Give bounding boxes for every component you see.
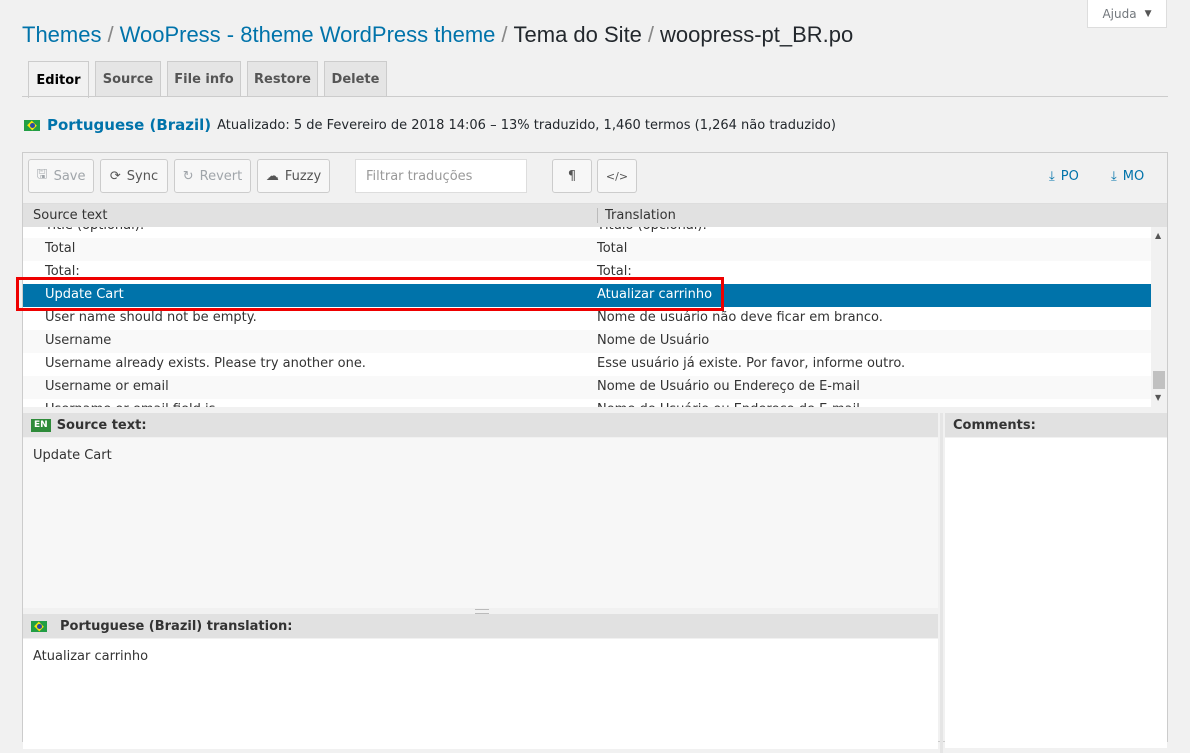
english-flag-icon: EN [31, 418, 51, 432]
download-mo-button[interactable]: ⤓ MO [1111, 169, 1144, 184]
status-details: Atualizado: 5 de Fevereiro de 2018 14:06… [217, 117, 836, 133]
editor-panel: 🖫 Save ⟳ Sync ↻ Revert ☁ Fuzzy Filtrar t… [22, 152, 1168, 753]
tab-restore[interactable]: Restore [247, 61, 318, 96]
language-name[interactable]: Portuguese (Brazil) [47, 116, 211, 134]
breadcrumb-domain: Tema do Site [513, 22, 642, 47]
caret-down-icon: ▼ [1144, 8, 1152, 19]
row-source-text: Total [45, 241, 76, 256]
breadcrumb-theme-link[interactable]: WooPress - 8theme WordPress theme [120, 22, 496, 47]
download-icon: ⤓ [1111, 169, 1117, 184]
revert-icon: ↻ [182, 168, 194, 184]
tab-delete[interactable]: Delete [324, 61, 387, 96]
pane-splitter[interactable] [940, 413, 943, 753]
list-row[interactable]: Total Total [23, 238, 1151, 261]
column-divider [597, 208, 598, 223]
row-source-text: Username [45, 333, 112, 348]
source-pane-title: Source text: [56, 417, 147, 433]
list-row[interactable]: Username or email field is... Nome de Usu… [23, 399, 1151, 407]
status-line: Portuguese (Brazil) Atualizado: 5 de Fev… [24, 116, 836, 134]
filter-input[interactable]: Filtrar traduções [355, 159, 527, 193]
list-row[interactable]: Username Nome de Usuário [23, 330, 1151, 353]
brazil-flag-icon [31, 620, 47, 632]
row-source-text: Username already exists. Please try anot… [45, 356, 366, 371]
scroll-down-icon[interactable]: ▼ [1155, 393, 1161, 402]
revert-button[interactable]: ↻ Revert [174, 159, 251, 193]
help-tab-button[interactable]: Ajuda ▼ [1087, 0, 1167, 28]
source-column-header[interactable]: Source text [33, 208, 107, 223]
breadcrumb: Themes / WooPress - 8theme WordPress theme… [22, 20, 853, 50]
list-row[interactable]: Username already exists. Please try anot… [23, 353, 1151, 376]
sync-button[interactable]: ⟳ Sync [100, 159, 168, 193]
row-translation-text: Total [597, 241, 628, 256]
save-label: Save [53, 168, 86, 184]
code-icon: </> [605, 169, 629, 183]
mo-label: MO [1122, 169, 1145, 184]
comments-text-area[interactable] [945, 438, 1167, 748]
comments-pane-header: Comments: [945, 413, 1167, 437]
breadcrumb-separator: / [501, 22, 508, 47]
list-header: Source text Translation [23, 203, 1167, 227]
tab-editor[interactable]: Editor [28, 61, 89, 98]
tab-file-info[interactable]: File info [167, 61, 241, 96]
breadcrumb-file: woopress-pt_BR.po [660, 22, 854, 47]
save-icon: 🖫 [36, 167, 48, 182]
row-source-text: Username or email field is... [45, 402, 228, 407]
help-label: Ajuda [1102, 6, 1137, 21]
tab-source[interactable]: Source [95, 61, 161, 96]
breadcrumb-separator: / [107, 22, 114, 47]
download-po-button[interactable]: ⤓ PO [1049, 169, 1079, 184]
source-pane-header: EN Source text: [23, 413, 938, 437]
highlight-box [16, 277, 724, 311]
row-translation-text: Nome de Usuário ou Endereço de E-mail [597, 379, 860, 394]
row-translation-text: Nome de usuário não deve ficar em branco… [597, 310, 883, 325]
row-source-text: Title (optional): [45, 227, 144, 233]
code-toggle-button[interactable]: </> [597, 159, 637, 193]
row-translation-text: Esse usuário já existe. Por favor, infor… [597, 356, 906, 371]
row-source-text: User name should not be empty. [45, 310, 257, 325]
breadcrumb-separator: / [647, 22, 655, 47]
translation-pane-title: Portuguese (Brazil) translation: [60, 618, 293, 634]
row-translation-text: Nome de Usuário [597, 333, 710, 348]
source-text-box: Update Cart [23, 438, 938, 608]
translation-pane-header: Portuguese (Brazil) translation: [23, 614, 938, 638]
translation-column-header[interactable]: Translation [605, 208, 676, 223]
po-label: PO [1060, 169, 1079, 184]
fuzzy-button[interactable]: ☁ Fuzzy [257, 159, 330, 193]
download-icon: ⤓ [1049, 169, 1055, 184]
list-scrollbar[interactable]: ▲ ▼ [1151, 227, 1167, 407]
sync-label: Sync [126, 168, 159, 184]
fuzzy-label: Fuzzy [284, 168, 322, 184]
editor-toolbar: 🖫 Save ⟳ Sync ↻ Revert ☁ Fuzzy Filtrar t… [23, 153, 1167, 203]
list-row[interactable]: Title (optional): Título (opcional): [23, 227, 1151, 238]
row-source-text: Username or email [45, 379, 169, 394]
message-list[interactable]: Title (optional): Título (opcional): Total… [23, 227, 1151, 407]
translation-text-input[interactable]: Atualizar carrinho [23, 639, 938, 749]
scroll-up-icon[interactable]: ▲ [1155, 231, 1161, 240]
pilcrow-icon: ¶ [567, 168, 577, 184]
breadcrumb-themes-link[interactable]: Themes [22, 22, 101, 47]
pilcrow-toggle-button[interactable]: ¶ [552, 159, 592, 193]
save-button[interactable]: 🖫 Save [28, 159, 94, 193]
cloud-icon: ☁ [265, 168, 279, 184]
scrollbar-thumb[interactable] [1153, 371, 1165, 389]
brazil-flag-icon [24, 119, 40, 131]
comments-pane-title: Comments: [953, 417, 1036, 433]
revert-label: Revert [199, 168, 243, 184]
row-translation-text: Título (opcional): [597, 227, 707, 233]
list-row[interactable]: Username or email Nome de Usuário ou Ende… [23, 376, 1151, 399]
row-translation-text: Nome de Usuário ou Endereço de E-mail... [597, 402, 872, 407]
tabs-divider [22, 96, 1168, 97]
sync-icon: ⟳ [109, 168, 121, 184]
